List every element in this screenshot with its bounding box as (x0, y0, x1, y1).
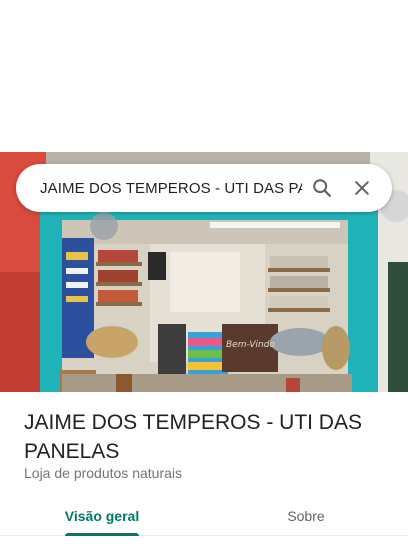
place-details-page: Bem-Vindo JAIME DOS TEMPEROS - UTI DAS P… (0, 0, 408, 544)
place-category: Loja de produtos naturais (24, 465, 182, 481)
place-title: JAIME DOS TEMPEROS - UTI DAS PANELAS (24, 411, 362, 463)
tab-sobre[interactable]: Sobre (204, 496, 408, 535)
search-bar[interactable]: JAIME DOS TEMPEROS - UTI DAS PANELAS (16, 164, 392, 212)
search-input[interactable]: JAIME DOS TEMPEROS - UTI DAS PANELAS (40, 180, 302, 197)
place-tabs: Visão geral Sobre (0, 496, 408, 536)
active-tab-indicator (65, 533, 139, 536)
close-icon[interactable] (342, 168, 382, 208)
photo-sign-text: Bem-Vindo (226, 340, 275, 350)
tab-label: Sobre (287, 507, 325, 524)
tab-label: Visão geral (64, 507, 140, 524)
search-icon[interactable] (302, 168, 342, 208)
tab-visao-geral[interactable]: Visão geral (0, 496, 204, 536)
